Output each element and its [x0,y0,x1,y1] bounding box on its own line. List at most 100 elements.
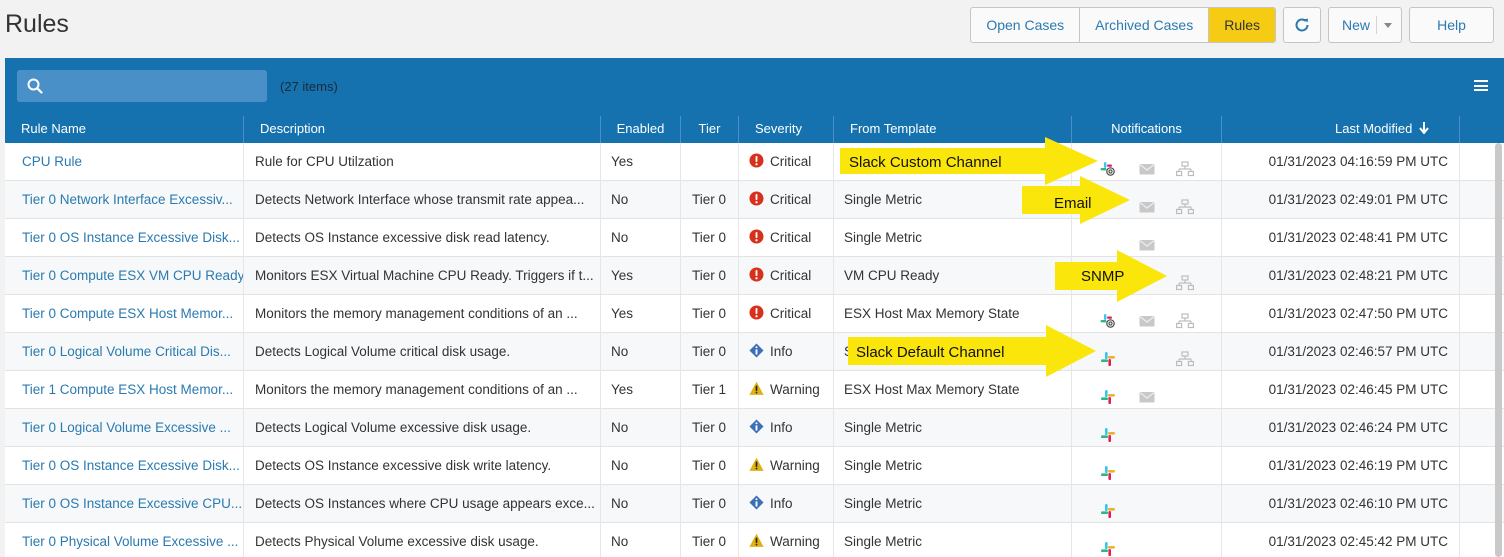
tab-archived-cases[interactable]: Archived Cases [1080,8,1210,42]
table-toolbar: (27 items) [5,58,1504,116]
critical-icon [749,153,770,169]
tab-open-cases[interactable]: Open Cases [971,8,1081,42]
critical-icon [749,229,770,245]
tab-rules[interactable]: Rules [1209,8,1275,42]
rule-severity: Warning [738,447,833,485]
rule-from-template: Single Metric [833,485,1071,523]
rule-tier: Tier 0 [680,447,738,485]
col-last-modified-label: Last Modified [1335,121,1413,136]
col-enabled[interactable]: Enabled [600,116,680,143]
rule-severity: Critical [738,295,833,333]
severity-label: Critical [770,154,812,169]
snmp-icon [1176,192,1194,215]
slack-custom-icon [1100,154,1116,176]
rule-name-link[interactable]: Tier 0 Network Interface Excessiv... [5,181,243,219]
snmp-icon [1176,344,1194,367]
table-row[interactable]: Tier 0 OS Instance Excessive CPU... Detec… [5,485,1504,523]
slack-icon [1100,344,1116,366]
rule-last-modified: 01/31/2023 02:47:50 PM UTC [1221,295,1459,333]
rule-name-link[interactable]: Tier 0 OS Instance Excessive CPU... [5,485,243,523]
rule-severity: Critical [738,181,833,219]
table-row[interactable]: CPU Rule Rule for CPU Utilzation Yes Critic… [5,143,1504,181]
rule-last-modified: 01/31/2023 02:49:01 PM UTC [1221,181,1459,219]
rule-notifications [1071,523,1221,557]
table-row[interactable]: Tier 0 Physical Volume Excessive ... Dete… [5,523,1504,557]
col-description[interactable]: Description [243,116,600,143]
severity-label: Info [770,420,793,435]
severity-label: Warning [770,534,820,549]
rule-from-template: Single Metric [833,447,1071,485]
snmp-icon [1176,154,1194,177]
rule-tier: Tier 0 [680,257,738,295]
rule-severity: Critical [738,143,833,181]
col-tier[interactable]: Tier [680,116,738,143]
rule-description: Detects OS Instance excessive disk write… [243,447,600,485]
rule-severity: Warning [738,371,833,409]
info-icon [749,495,770,511]
rule-notifications [1071,485,1221,523]
rule-description: Detects Logical Volume excessive disk us… [243,409,600,447]
rule-last-modified: 01/31/2023 02:46:45 PM UTC [1221,371,1459,409]
refresh-button[interactable] [1283,7,1321,43]
rule-description: Detects OS Instance excessive disk read … [243,219,600,257]
table-row[interactable]: Tier 0 Compute ESX Host Memor... Monitors… [5,295,1504,333]
rule-tier: Tier 1 [680,371,738,409]
rule-name-link[interactable]: Tier 1 Compute ESX Host Memor... [5,371,243,409]
severity-label: Critical [770,306,812,321]
slack-custom-icon [1100,306,1116,328]
search-input[interactable] [17,70,267,102]
rule-from-template: Single Metric [833,409,1071,447]
email-icon [1139,230,1155,251]
rule-from-template: VM CPU Ready [833,257,1071,295]
rules-panel: (27 items) Rule Name Description Enabled… [5,58,1504,557]
rule-name-link[interactable]: Tier 0 OS Instance Excessive Disk... [5,447,243,485]
rule-name-link[interactable]: Tier 0 Physical Volume Excessive ... [5,523,243,557]
new-button-label: New [1341,17,1370,33]
new-button[interactable]: New [1328,7,1402,43]
email-icon [1139,192,1155,213]
rule-tier: Tier 0 [680,219,738,257]
rule-severity: Critical [738,257,833,295]
table-row[interactable]: Tier 1 Compute ESX Host Memor... Monitors… [5,371,1504,409]
rule-enabled: No [600,333,680,371]
rule-severity: Info [738,485,833,523]
rule-name-link[interactable]: Tier 0 OS Instance Excessive Disk... [5,219,243,257]
col-severity[interactable]: Severity [738,116,833,143]
rule-enabled: No [600,447,680,485]
rule-name-link[interactable]: Tier 0 Compute ESX VM CPU Ready [5,257,243,295]
warning-icon [749,457,770,473]
email-icon [1139,154,1155,175]
rule-last-modified: 01/31/2023 02:46:19 PM UTC [1221,447,1459,485]
rule-notifications [1071,409,1221,447]
table-row[interactable]: Tier 0 Network Interface Excessiv... Dete… [5,181,1504,219]
rule-name-link[interactable]: Tier 0 Compute ESX Host Memor... [5,295,243,333]
rule-name-link[interactable]: Tier 0 Logical Volume Excessive ... [5,409,243,447]
vertical-scrollbar[interactable] [1495,143,1502,557]
severity-label: Warning [770,458,820,473]
rule-enabled: No [600,485,680,523]
table-row[interactable]: Tier 0 OS Instance Excessive Disk... Dete… [5,447,1504,485]
rule-name-link[interactable]: CPU Rule [5,143,243,181]
severity-label: Info [770,496,793,511]
rule-name-link[interactable]: Tier 0 Logical Volume Critical Dis... [5,333,243,371]
table-row[interactable]: Tier 0 OS Instance Excessive Disk... Dete… [5,219,1504,257]
col-last-modified[interactable]: Last Modified [1221,116,1459,143]
rule-last-modified: 01/31/2023 02:48:21 PM UTC [1221,257,1459,295]
callout-email-label: Email [1054,195,1092,212]
slack-icon [1100,382,1116,404]
chevron-down-icon[interactable] [1384,23,1392,28]
col-rule-name[interactable]: Rule Name [5,116,243,143]
severity-label: Info [770,344,793,359]
rule-severity: Info [738,409,833,447]
help-button[interactable]: Help [1409,7,1494,43]
callout-slack-custom-label: Slack Custom Channel [849,154,1002,171]
email-icon [1139,382,1155,403]
arrow-down-icon [1419,122,1429,135]
search-icon [27,78,43,94]
rule-enabled: Yes [600,143,680,181]
table-row[interactable]: Tier 0 Logical Volume Critical Dis... Det… [5,333,1504,371]
table-row[interactable]: Tier 0 Logical Volume Excessive ... Detec… [5,409,1504,447]
rule-description: Detects Physical Volume excessive disk u… [243,523,600,557]
table-row[interactable]: Tier 0 Compute ESX VM CPU Ready Monitors … [5,257,1504,295]
hamburger-menu-icon[interactable] [1474,80,1488,94]
